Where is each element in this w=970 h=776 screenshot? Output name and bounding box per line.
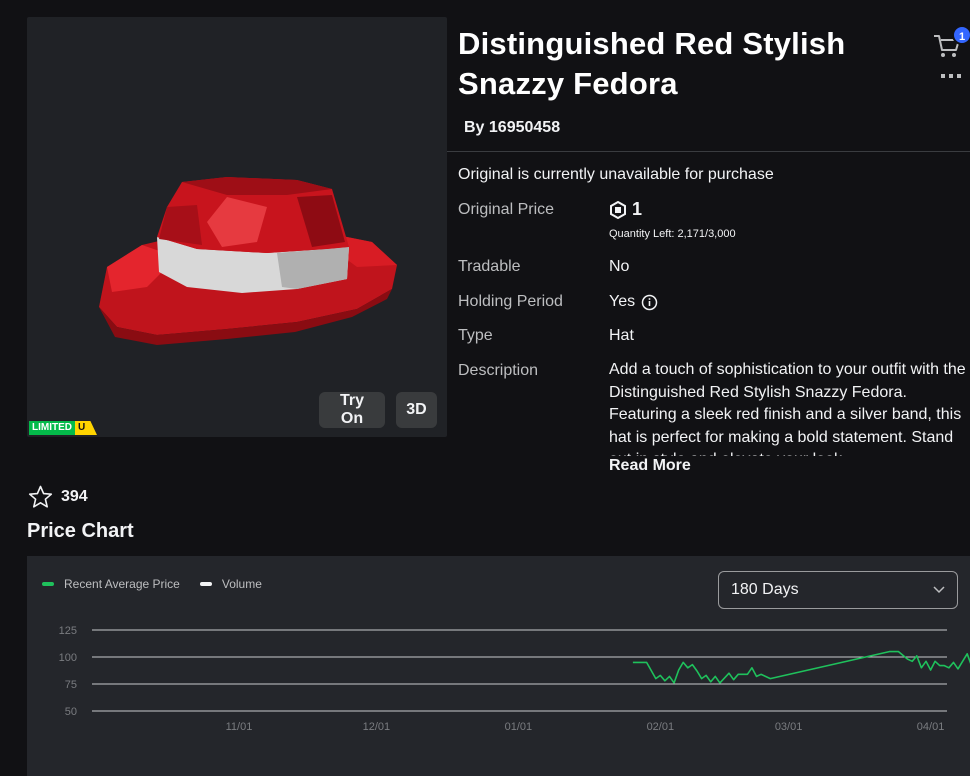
legend-label: Volume: [221, 577, 262, 591]
info-icon[interactable]: [641, 294, 658, 311]
x-tick-label: 01/01: [505, 721, 533, 733]
price-label: Original Price: [458, 201, 555, 218]
by-label: By: [464, 119, 485, 136]
y-tick-label: 50: [65, 706, 77, 718]
legend-swatch-green: [42, 582, 54, 586]
type-value: Hat: [609, 327, 634, 344]
price-value: 1: [609, 199, 642, 220]
cart-button[interactable]: 1: [932, 25, 970, 64]
time-range-value: 180 Days: [731, 581, 799, 598]
item-title-line2: Snazzy Fedora: [458, 66, 678, 101]
holding-period-label: Holding Period: [458, 293, 563, 310]
price-chart-heading: Price Chart: [27, 520, 134, 542]
legend-item-volume[interactable]: Volume: [199, 577, 262, 591]
description-label: Description: [458, 362, 539, 379]
robux-icon: [610, 200, 626, 219]
favorite-count: 394: [61, 488, 88, 505]
creator-link[interactable]: 16950458: [489, 119, 560, 136]
x-tick-label: 12/01: [363, 721, 391, 733]
price-chart-panel: 125 100 75 50 11/01 12/01 01/01 02/01 03/01 04/01…: [27, 556, 970, 776]
unavailable-notice: Original is currently unavailable for pu…: [458, 166, 774, 183]
x-tick-label: 04/01: [917, 721, 945, 733]
x-tick-label: 11/01: [226, 721, 253, 733]
description-text: Add a touch of sophistication to your ou…: [609, 361, 966, 456]
quantity-left: Quantity Left: 2,171/3,000: [609, 228, 736, 240]
legend-swatch-white: [199, 582, 212, 586]
star-icon: [28, 485, 53, 508]
item-title-line1: Distinguished Red Stylish: [458, 26, 846, 61]
y-tick-label: 100: [59, 652, 77, 664]
y-tick-label: 125: [59, 625, 77, 637]
chevron-down-icon: [933, 586, 945, 594]
more-options-icon[interactable]: [941, 73, 961, 81]
favorite-button[interactable]: 394: [28, 485, 88, 509]
view-3d-button[interactable]: 3D: [396, 392, 437, 428]
divider: [447, 151, 970, 152]
legend-label: Recent Average Price: [64, 577, 180, 591]
chart-legend: Recent Average Price Volume: [42, 577, 282, 591]
read-more-link[interactable]: Read More: [609, 457, 691, 475]
holding-period-text: Yes: [609, 293, 636, 310]
y-tick-label: 75: [65, 679, 77, 691]
time-range-dropdown[interactable]: 180 Days: [718, 571, 958, 609]
tradable-value: No: [609, 258, 630, 275]
limited-label: LIMITED: [29, 421, 75, 435]
series-line-average-price: [632, 650, 970, 684]
item-title: Distinguished Red Stylish Snazzy Fedora: [458, 24, 918, 104]
fedora-image: [99, 177, 397, 345]
item-thumbnail: Try On 3D LIMITED U: [27, 17, 447, 437]
unique-label: U: [75, 421, 97, 435]
tradable-label: Tradable: [458, 258, 521, 275]
creator-line: By 16950458: [464, 119, 560, 137]
try-on-button[interactable]: Try On: [319, 392, 385, 428]
legend-item-average-price[interactable]: Recent Average Price: [42, 577, 180, 591]
limited-unique-badge: LIMITED U: [29, 421, 97, 435]
type-label: Type: [458, 327, 493, 344]
holding-period-value: Yes: [609, 293, 658, 311]
x-tick-label: 03/01: [775, 721, 803, 733]
cart-count-badge: 1: [952, 25, 970, 45]
x-tick-label: 02/01: [647, 721, 675, 733]
price-amount: 1: [632, 199, 643, 219]
